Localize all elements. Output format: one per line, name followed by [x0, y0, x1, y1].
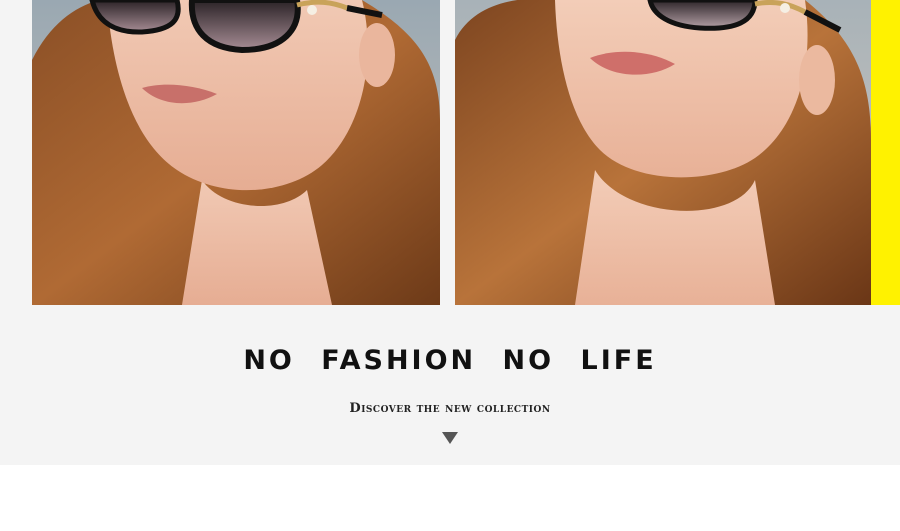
model-photo-right [455, 0, 871, 305]
triangle-down-icon[interactable] [442, 432, 458, 444]
model-photo-left [32, 0, 440, 305]
headline: NO FASHION NO LIFE [243, 345, 657, 376]
hero-banner: NO FASHION NO LIFE Discover the new coll… [0, 0, 900, 465]
yellow-accent-bar [871, 0, 900, 305]
white-spacer [0, 465, 900, 531]
sunglasses-model-photo-icon [32, 0, 440, 305]
sunglasses-model-photo-icon [455, 0, 871, 305]
discover-collection-link[interactable]: Discover the new collection [0, 400, 900, 418]
